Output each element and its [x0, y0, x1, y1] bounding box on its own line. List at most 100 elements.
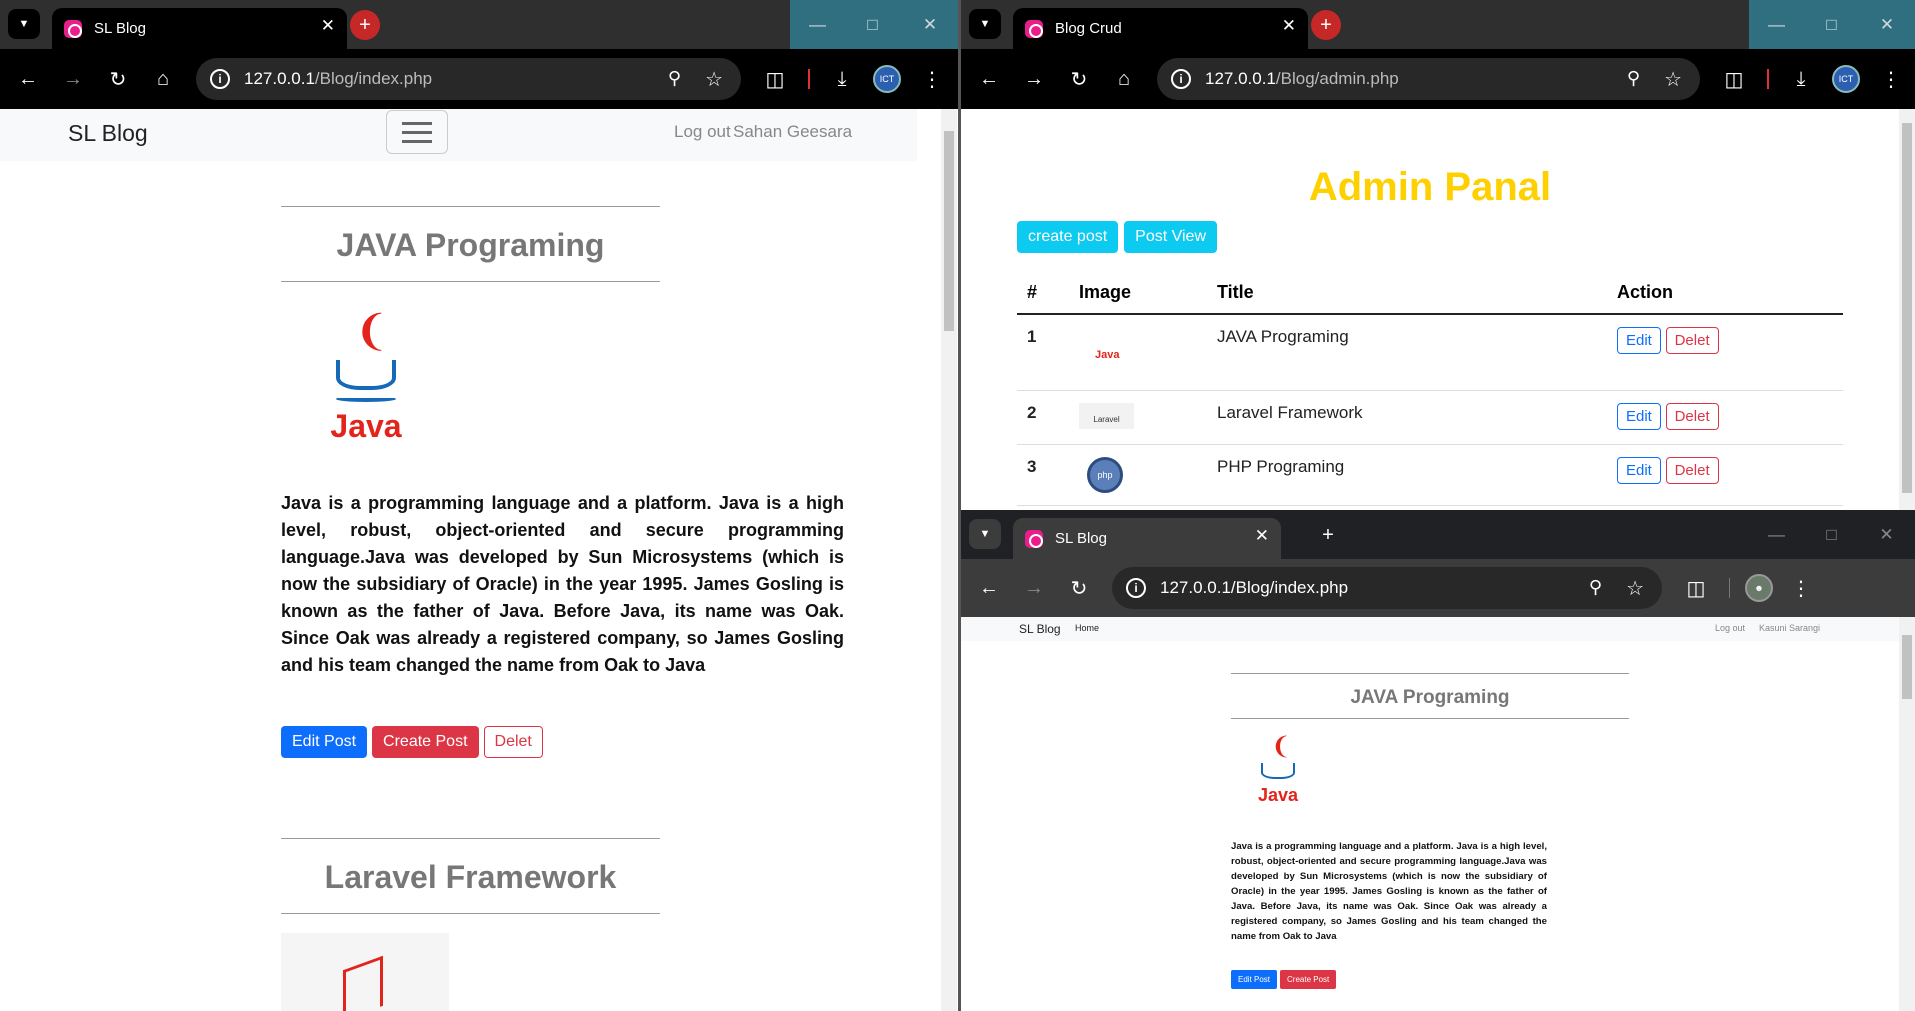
maximize-button[interactable]: □	[1804, 510, 1859, 559]
zoom-icon[interactable]: ⚲	[668, 68, 681, 89]
forward-icon[interactable]: →	[1020, 574, 1048, 602]
post-java: JAVA Programing ❨ Java Java is a program…	[281, 206, 844, 758]
back-icon[interactable]: ←	[14, 65, 42, 93]
java-logo-text: Java	[330, 408, 402, 444]
navbar-brand[interactable]: SL Blog	[68, 120, 148, 147]
site-info-icon[interactable]: i	[1126, 578, 1146, 598]
admin-heading: Admin Panal	[1308, 165, 1552, 209]
post-title: JAVA Programing	[336, 227, 605, 263]
close-tab-icon[interactable]: ✕	[1282, 16, 1296, 36]
address-bar[interactable]: i 127.0.0.1/Blog/index.php ⚲ ☆	[196, 58, 741, 100]
logout-link[interactable]: Log out	[674, 122, 731, 142]
bookmark-star-icon[interactable]: ☆	[705, 67, 723, 92]
zoom-icon[interactable]: ⚲	[1627, 68, 1640, 89]
reload-icon[interactable]: ↻	[1065, 65, 1093, 93]
java-saucer-icon	[336, 396, 396, 402]
profile-avatar[interactable]: ICT	[1832, 65, 1860, 93]
new-tab-button[interactable]: +	[1313, 520, 1343, 550]
browser-window-bottom: ▼ SL Blog ✕ + — □ ✕ ← → ↻ i 127.0.0.1/Bl…	[961, 510, 1915, 1011]
page-scrollbar[interactable]	[1899, 109, 1915, 510]
profile-avatar[interactable]: ☻	[1745, 574, 1773, 602]
bookmark-star-icon[interactable]: ☆	[1626, 576, 1644, 601]
post-body: Java is a programming language and a pla…	[1231, 841, 1547, 942]
close-window-button[interactable]: ✕	[1859, 0, 1915, 49]
site-info-icon[interactable]: i	[1171, 69, 1191, 89]
scrollbar-thumb[interactable]	[944, 131, 954, 331]
navbar-brand[interactable]: SL Blog	[1019, 622, 1061, 636]
page-scrollbar[interactable]	[941, 109, 957, 1011]
minimize-button[interactable]: —	[1749, 510, 1804, 559]
menu-icon[interactable]: ⋮	[1787, 574, 1815, 602]
extensions-icon[interactable]: ◫	[1720, 65, 1748, 93]
minimize-button[interactable]: —	[1749, 0, 1804, 49]
address-bar[interactable]: i 127.0.0.1/Blog/admin.php ⚲ ☆	[1157, 58, 1700, 100]
table-row: 1 Java JAVA Programing Edit Delet	[1017, 314, 1843, 391]
new-tab-button[interactable]: +	[1311, 10, 1341, 40]
back-icon[interactable]: ←	[975, 574, 1003, 602]
row-number: 2	[1017, 390, 1069, 445]
create-post-button[interactable]: Create Post	[372, 726, 479, 758]
scrollbar-thumb[interactable]	[1902, 635, 1912, 699]
scrollbar-thumb[interactable]	[1902, 123, 1912, 493]
download-icon[interactable]: ⤓	[1787, 65, 1815, 93]
extensions-icon[interactable]: ◫	[1682, 574, 1710, 602]
reload-icon[interactable]: ↻	[104, 65, 132, 93]
divider	[281, 281, 660, 282]
edit-post-button[interactable]: Edit Post	[281, 726, 368, 758]
edit-button[interactable]: Edit	[1617, 402, 1661, 430]
zoom-icon[interactable]: ⚲	[1589, 577, 1602, 598]
tab-search-button[interactable]: ▼	[969, 519, 1001, 549]
minimize-button[interactable]: —	[790, 0, 845, 49]
close-tab-icon[interactable]: ✕	[321, 16, 335, 36]
close-tab-icon[interactable]: ✕	[1255, 526, 1269, 546]
create-post-button[interactable]: create post	[1017, 221, 1119, 253]
delete-post-button[interactable]: Delet	[483, 726, 543, 758]
divider	[281, 838, 660, 839]
address-bar[interactable]: i 127.0.0.1/Blog/index.php ⚲ ☆	[1112, 567, 1662, 609]
site-favicon-icon	[1025, 19, 1043, 38]
forward-icon[interactable]: →	[59, 65, 87, 93]
nav-home-link[interactable]: Home	[1075, 623, 1099, 633]
site-info-icon[interactable]: i	[210, 69, 230, 89]
tab-sl-blog[interactable]: SL Blog ✕	[1013, 518, 1281, 559]
browser-toolbar: ← → ↻ ⌂ i 127.0.0.1/Blog/admin.php ⚲ ☆ ◫…	[961, 49, 1915, 109]
forward-icon[interactable]: →	[1020, 65, 1048, 93]
edit-button[interactable]: Edit	[1617, 327, 1661, 354]
close-window-button[interactable]: ✕	[900, 0, 960, 49]
table-row: 3 php PHP Programing Edit Delet	[1017, 444, 1843, 506]
row-actions: Edit Delet	[1607, 390, 1843, 445]
page-scrollbar[interactable]	[1899, 617, 1915, 1011]
maximize-button[interactable]: □	[1804, 0, 1859, 49]
java-cup-icon	[1261, 763, 1295, 779]
edit-button[interactable]: Edit	[1617, 456, 1661, 484]
download-icon[interactable]: ⤓	[828, 65, 856, 93]
extensions-icon[interactable]: ◫	[761, 65, 789, 93]
navbar: SL Blog Home Log out Kasuni Sarangi	[961, 617, 1899, 641]
url-host: 127.0.0.1	[1205, 69, 1276, 88]
close-window-button[interactable]: ✕	[1859, 510, 1914, 559]
delete-button[interactable]: Delet	[1665, 327, 1719, 354]
menu-icon[interactable]: ⋮	[1877, 65, 1905, 93]
delete-button[interactable]: Delet	[1665, 402, 1719, 430]
menu-icon[interactable]: ⋮	[918, 65, 946, 93]
tab-blog-crud[interactable]: Blog Crud ✕	[1013, 8, 1308, 49]
maximize-button[interactable]: □	[845, 0, 900, 49]
logout-link[interactable]: Log out	[1715, 623, 1745, 633]
back-icon[interactable]: ←	[975, 65, 1003, 93]
navbar-toggler-button[interactable]	[386, 110, 448, 154]
reload-icon[interactable]: ↻	[1065, 574, 1093, 602]
home-icon[interactable]: ⌂	[149, 65, 177, 93]
post-view-button[interactable]: Post View	[1124, 221, 1218, 253]
edit-post-button[interactable]: Edit Post	[1231, 970, 1278, 989]
profile-avatar[interactable]: ICT	[873, 65, 901, 93]
delete-button[interactable]: Delet	[1665, 456, 1719, 484]
tab-search-button[interactable]: ▼	[8, 9, 40, 39]
tab-search-button[interactable]: ▼	[969, 9, 1001, 39]
new-tab-button[interactable]: +	[350, 10, 380, 40]
row-title: JAVA Programing	[1207, 314, 1607, 391]
create-post-button[interactable]: Create Post	[1280, 970, 1337, 989]
tab-sl-blog[interactable]: SL Blog ✕	[52, 8, 347, 49]
bookmark-star-icon[interactable]: ☆	[1664, 67, 1682, 92]
browser-window-admin: ▼ Blog Crud ✕ + — □ ✕ ← → ↻ ⌂ i 127.0.0.…	[961, 0, 1915, 510]
home-icon[interactable]: ⌂	[1110, 65, 1138, 93]
